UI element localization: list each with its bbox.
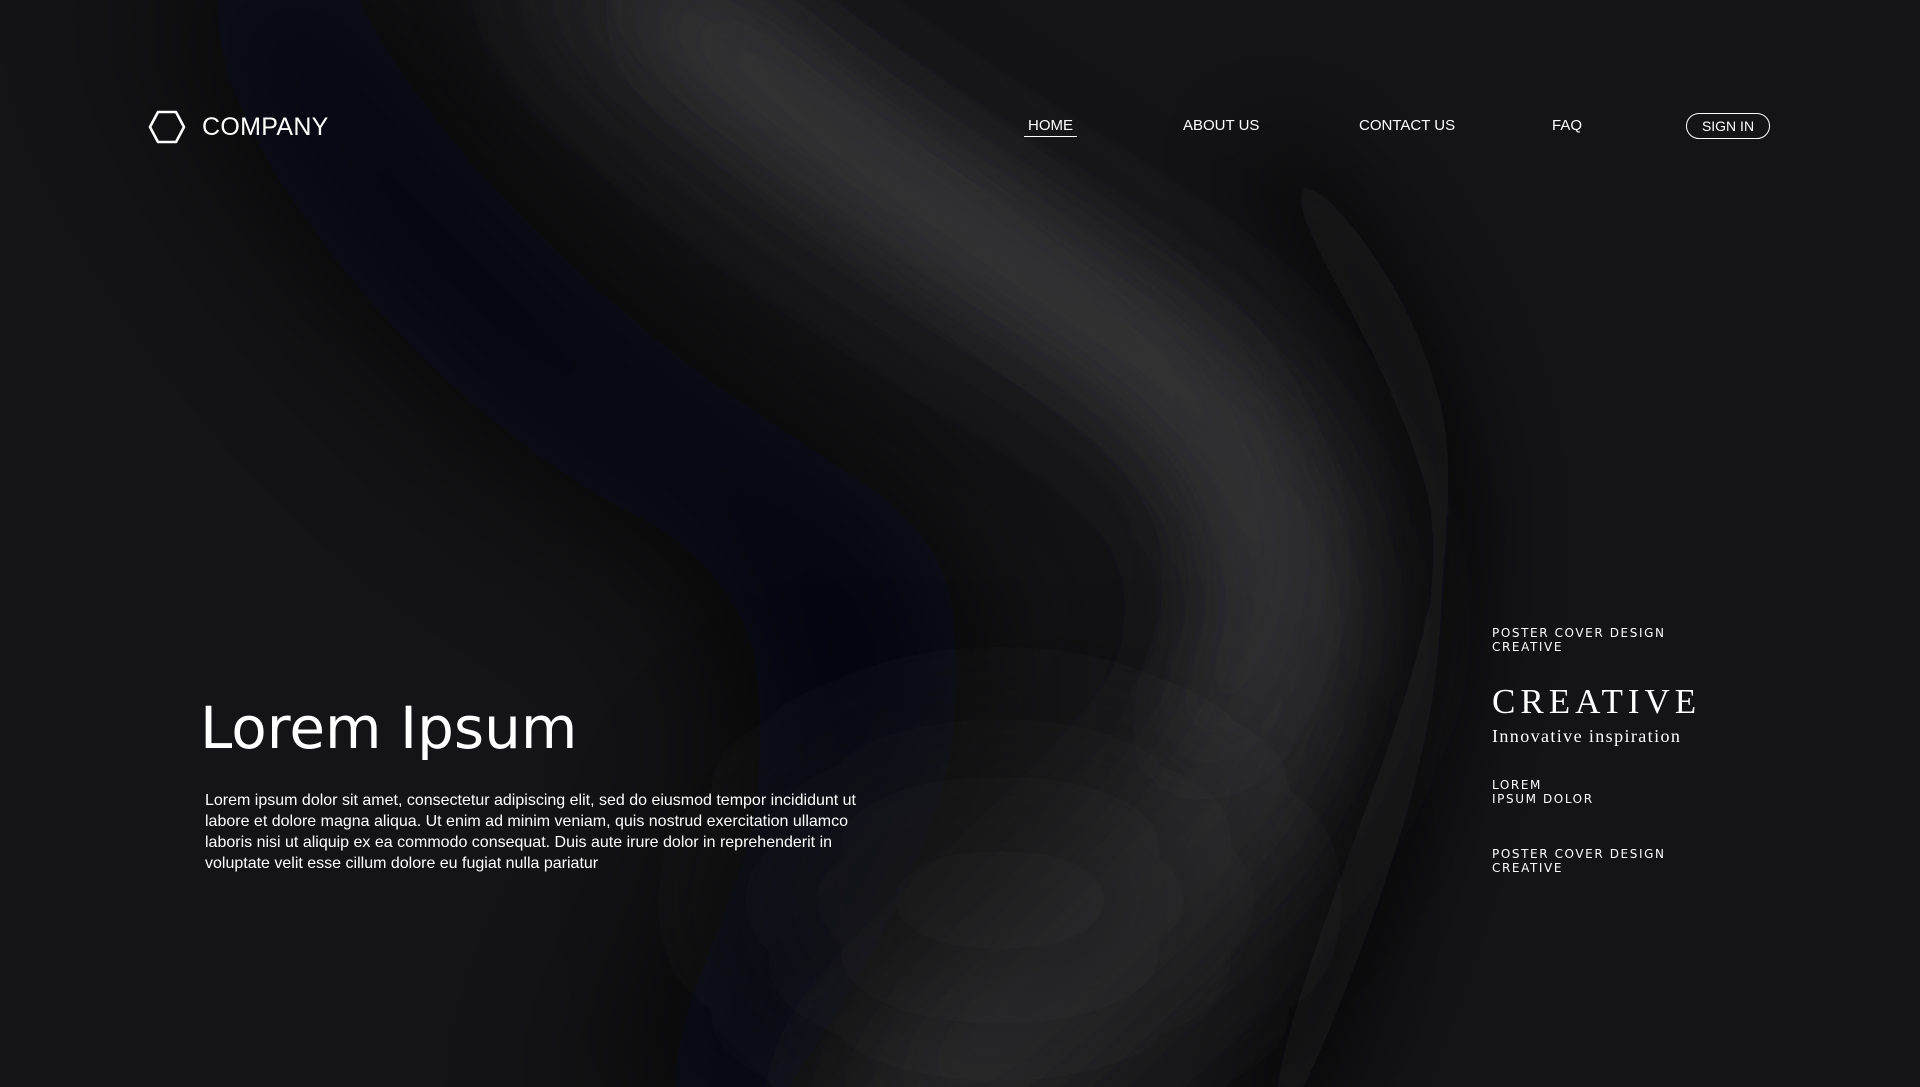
side-tagline: Innovative inspiration bbox=[1492, 726, 1682, 746]
nav-faq[interactable]: FAQ bbox=[1552, 117, 1582, 134]
nav-home[interactable]: HOME bbox=[1024, 117, 1077, 137]
nav-about-us[interactable]: ABOUT US bbox=[1183, 117, 1259, 134]
side-block-poster-bottom: POSTER COVER DESIGN CREATIVE bbox=[1492, 847, 1666, 875]
side-block-line: POSTER COVER DESIGN bbox=[1492, 626, 1666, 640]
hero-description-line: labore et dolore magna aliqua. Ut enim a… bbox=[205, 813, 848, 830]
hero-description-line: laboris nisi ut aliquip ex ea commodo co… bbox=[205, 834, 833, 851]
hero-description: Lorem ipsum dolor sit amet, consectetur … bbox=[205, 790, 895, 874]
brand-name: COMPANY bbox=[202, 112, 329, 141]
brand-logo[interactable]: COMPANY bbox=[148, 110, 329, 144]
side-block-line: CREATIVE bbox=[1492, 861, 1564, 875]
nav-contact-us[interactable]: CONTACT US bbox=[1359, 117, 1455, 134]
side-block-line: IPSUM DOLOR bbox=[1492, 792, 1594, 806]
side-block-line: LOREM bbox=[1492, 778, 1542, 792]
hexagon-icon bbox=[148, 110, 186, 144]
hero-description-line: voluptate velit esse cillum dolore eu fu… bbox=[205, 855, 599, 872]
side-block-poster-top: POSTER COVER DESIGN CREATIVE bbox=[1492, 626, 1666, 654]
side-block-lorem: LOREM IPSUM DOLOR bbox=[1492, 778, 1594, 806]
sign-in-button[interactable]: SIGN IN bbox=[1686, 113, 1770, 139]
side-headline: CREATIVE bbox=[1492, 682, 1702, 721]
hero-title: Lorem Ipsum bbox=[200, 694, 578, 762]
side-block-line: POSTER COVER DESIGN bbox=[1492, 847, 1666, 861]
background-wave bbox=[0, 0, 1920, 1087]
hero-description-line: Lorem ipsum dolor sit amet, consectetur … bbox=[205, 792, 856, 809]
side-block-line: CREATIVE bbox=[1492, 640, 1564, 654]
